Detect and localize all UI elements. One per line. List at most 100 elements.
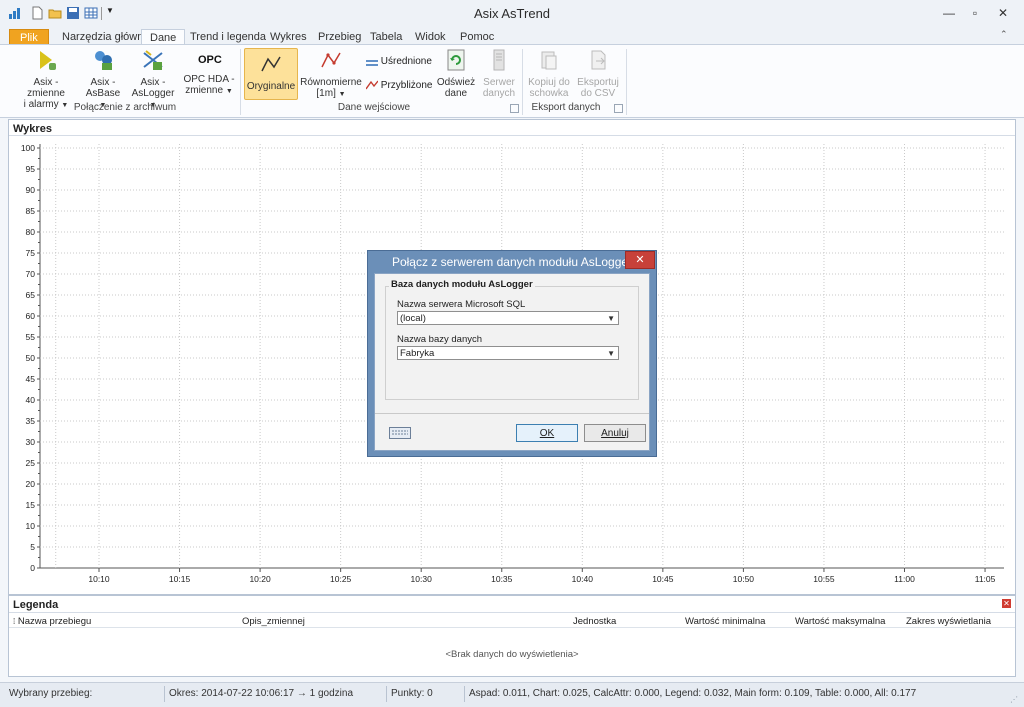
close-legend-icon[interactable]: ✕ bbox=[1002, 599, 1011, 608]
dialog-launcher-icon[interactable] bbox=[510, 104, 519, 113]
eksportuj-csv-button[interactable]: Eksportuj do CSV bbox=[576, 49, 620, 99]
status-points: Punkty: 0 bbox=[391, 688, 433, 699]
status-period: Okres: 2014-07-22 10:06:17 → 1 godzina bbox=[169, 688, 354, 699]
column-header-wartosc-max[interactable]: Wartość maksymalna bbox=[795, 616, 885, 627]
original-data-icon bbox=[261, 56, 281, 72]
ribbon: Asix - zmienne i alarmy ▼ Asix - AsBase … bbox=[0, 44, 1024, 118]
server-combobox[interactable]: (local) ▼ bbox=[397, 311, 619, 325]
tab-widok[interactable]: Widok bbox=[407, 29, 454, 45]
ribbon-tabs: Plik Narzędzia główne Dane Trend i legen… bbox=[0, 27, 1024, 46]
chevron-down-icon[interactable]: ▼ bbox=[607, 312, 615, 326]
dialog-launcher-icon[interactable] bbox=[614, 104, 623, 113]
y-tick-label: 60 bbox=[26, 311, 36, 321]
column-header-zakres[interactable]: Zakres wyświetlania bbox=[906, 616, 991, 627]
approximated-icon bbox=[365, 80, 379, 90]
y-tick-label: 5 bbox=[30, 542, 35, 552]
tab-tabela[interactable]: Tabela bbox=[362, 29, 410, 45]
minimize-button[interactable]: — bbox=[936, 4, 962, 22]
y-tick-label: 0 bbox=[30, 563, 35, 573]
dialog-divider bbox=[375, 413, 649, 414]
database-label: Nazwa bazy danych bbox=[397, 334, 483, 345]
btn-label: schowka bbox=[529, 88, 569, 99]
column-header-wartosc-min[interactable]: Wartość minimalna bbox=[685, 616, 765, 627]
table-view-icon[interactable] bbox=[84, 6, 98, 20]
tab-trend-i-legenda[interactable]: Trend i legenda bbox=[182, 29, 274, 45]
collapse-ribbon-icon[interactable]: ⌃ bbox=[1000, 29, 1008, 40]
group-label-dane-wejsciowe: Dane wejściowe bbox=[337, 102, 411, 113]
btn-label: Asix - bbox=[90, 77, 116, 88]
btn-label: OPC HDA - bbox=[183, 74, 235, 85]
przyblizone-button[interactable]: Przybliżone bbox=[365, 80, 433, 91]
dialog-close-button[interactable]: ✕ bbox=[625, 251, 655, 269]
odswiez-dane-button[interactable]: Odśwież dane bbox=[436, 49, 476, 99]
usrednione-button[interactable]: Uśrednione bbox=[366, 56, 432, 67]
group-label-polaczenie: Połączenie z archiwum bbox=[73, 102, 177, 113]
btn-label: Uśrednione bbox=[380, 56, 432, 67]
tab-pomoc[interactable]: Pomoc bbox=[452, 29, 502, 45]
server-value: (local) bbox=[400, 313, 426, 324]
close-window-button[interactable]: ✕ bbox=[990, 4, 1016, 22]
header-divider bbox=[9, 627, 1015, 628]
x-tick-label: 10:20 bbox=[249, 574, 271, 584]
btn-label: Równomierne bbox=[300, 77, 362, 88]
dialog-body: Baza danych modułu AsLogger Nazwa serwer… bbox=[374, 273, 650, 451]
app-logo-icon bbox=[9, 8, 20, 19]
btn-label: Serwer bbox=[483, 77, 515, 88]
database-combobox[interactable]: Fabryka ▼ bbox=[397, 346, 619, 360]
qa-separator bbox=[101, 7, 102, 20]
dropdown-arrow-icon: ▼ bbox=[338, 91, 346, 98]
cancel-label: Anuluj bbox=[601, 428, 629, 439]
new-file-icon[interactable] bbox=[30, 6, 44, 20]
window-title: Asix AsTrend bbox=[473, 6, 551, 21]
connect-dialog: Połącz z serwerem danych modułu AsLogger… bbox=[367, 250, 657, 457]
y-tick-label: 25 bbox=[26, 458, 36, 468]
serwer-danych-button[interactable]: Serwer danych bbox=[480, 49, 518, 99]
btn-label: Odśwież bbox=[436, 77, 476, 88]
rownomierne-button[interactable]: Równomierne [1m] ▼ bbox=[300, 49, 362, 100]
x-tick-label: 10:55 bbox=[813, 574, 835, 584]
cancel-button[interactable]: Anuluj bbox=[584, 424, 646, 442]
x-tick-label: 10:45 bbox=[652, 574, 674, 584]
title-bar: Asix AsTrend ▼ — ▫ ✕ bbox=[0, 0, 1024, 28]
column-grip-icon: ⁞ bbox=[13, 617, 16, 626]
chevron-down-icon[interactable]: ▼ bbox=[607, 347, 615, 361]
oryginalne-button[interactable]: Oryginalne bbox=[244, 48, 298, 100]
group-separator bbox=[626, 49, 627, 115]
y-tick-label: 90 bbox=[26, 185, 36, 195]
open-folder-icon[interactable] bbox=[48, 6, 62, 20]
y-tick-label: 55 bbox=[26, 332, 36, 342]
ok-button[interactable]: OK bbox=[516, 424, 578, 442]
x-tick-label: 10:10 bbox=[88, 574, 110, 584]
maximize-button[interactable]: ▫ bbox=[962, 4, 988, 22]
status-separator bbox=[464, 686, 465, 702]
column-header-opis[interactable]: Opis_zmiennej bbox=[242, 616, 305, 627]
btn-label: Przybliżone bbox=[380, 80, 433, 91]
keyboard-icon[interactable] bbox=[389, 427, 411, 439]
copy-clipboard-icon bbox=[541, 51, 557, 70]
x-tick-label: 10:50 bbox=[733, 574, 755, 584]
tab-przebieg[interactable]: Przebieg bbox=[310, 29, 369, 45]
save-icon[interactable] bbox=[66, 6, 80, 20]
btn-label: Kopiuj do bbox=[528, 77, 570, 88]
database-value: Fabryka bbox=[400, 348, 435, 359]
server-label: Nazwa serwera Microsoft SQL bbox=[397, 299, 526, 310]
y-tick-label: 15 bbox=[26, 500, 36, 510]
groupbox-title: Baza danych modułu AsLogger bbox=[389, 279, 535, 290]
group-separator bbox=[240, 49, 241, 115]
column-header-jednostka[interactable]: Jednostka bbox=[573, 616, 616, 627]
kopiuj-do-schowka-button[interactable]: Kopiuj do schowka bbox=[526, 49, 572, 99]
panel-divider bbox=[9, 612, 1015, 613]
x-tick-label: 10:40 bbox=[572, 574, 594, 584]
btn-label: do CSV bbox=[580, 88, 616, 99]
resize-grip-icon[interactable]: ⋰ bbox=[1010, 695, 1018, 704]
y-tick-label: 30 bbox=[26, 437, 36, 447]
y-tick-label: 85 bbox=[26, 206, 36, 216]
y-tick-label: 70 bbox=[26, 269, 36, 279]
column-header-nazwa[interactable]: ⁞ Nazwa przebiegu bbox=[13, 616, 91, 627]
export-csv-icon bbox=[591, 50, 606, 70]
opc-hda-button[interactable]: OPC OPC HDA - zmienne ▼ bbox=[182, 49, 236, 97]
qa-customize-icon[interactable]: ▼ bbox=[106, 6, 114, 15]
tab-wykres[interactable]: Wykres bbox=[262, 29, 315, 45]
x-tick-label: 10:35 bbox=[491, 574, 513, 584]
btn-label: zmienne bbox=[185, 85, 224, 96]
